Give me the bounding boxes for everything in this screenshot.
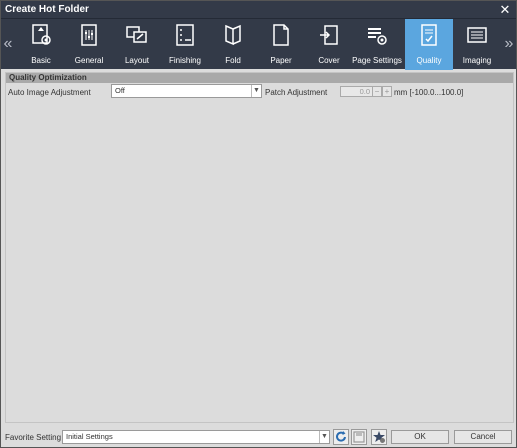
quality-icon (417, 23, 441, 47)
star-gear-icon (373, 431, 385, 443)
refresh-button[interactable] (333, 429, 349, 445)
patch-adjustment-input[interactable]: 0.0 (340, 86, 373, 97)
auto-image-adjustment-select[interactable]: Off ▼ (111, 84, 262, 98)
footer: Favorite Setting Initial Settings ▼ OK C… (1, 427, 516, 447)
tab-general[interactable]: General (65, 19, 113, 70)
patch-increment-button[interactable]: + (382, 86, 392, 97)
tab-fold[interactable]: Fold (209, 19, 257, 70)
settings-row: Auto Image Adjustment Off ▼ Patch Adjust… (6, 83, 513, 99)
finishing-icon (173, 23, 197, 47)
imaging-icon (465, 23, 489, 47)
general-icon (77, 23, 101, 47)
create-hot-folder-window: Create Hot Folder ✕ « Basic General Layo… (0, 0, 517, 448)
patch-adjustment-label: Patch Adjustment (265, 88, 328, 97)
favorite-setting-select[interactable]: Initial Settings ▼ (62, 430, 330, 444)
paper-icon (269, 23, 293, 47)
scroll-right-icon[interactable]: » (502, 19, 516, 70)
close-icon[interactable]: ✕ (498, 1, 512, 18)
tab-label: Imaging (462, 56, 492, 65)
tab-bar: « Basic General Layout Finishing Fold Pa… (1, 18, 516, 70)
select-value: Off (115, 86, 125, 95)
tab-finishing[interactable]: Finishing (161, 19, 209, 70)
tab-label: Page Settings (352, 56, 402, 65)
select-value: Initial Settings (66, 432, 113, 441)
patch-range-label: mm [-100.0...100.0] (394, 88, 464, 97)
refresh-icon (336, 431, 346, 442)
tab-cover[interactable]: Cover (305, 19, 353, 70)
page-settings-icon (365, 23, 389, 47)
tab-paper[interactable]: Paper (257, 19, 305, 70)
basic-icon (29, 23, 53, 47)
cancel-button[interactable]: Cancel (454, 430, 512, 444)
tab-layout[interactable]: Layout (113, 19, 161, 70)
settings-panel: Quality Optimization Auto Image Adjustme… (5, 72, 514, 423)
tab-basic[interactable]: Basic (17, 19, 65, 70)
favorite-setting-label: Favorite Setting (5, 433, 62, 442)
patch-decrement-button[interactable]: − (372, 86, 382, 97)
window-title: Create Hot Folder (5, 4, 89, 15)
tab-imaging[interactable]: Imaging (453, 19, 501, 70)
ok-button[interactable]: OK (391, 430, 449, 444)
section-header: Quality Optimization (6, 73, 513, 83)
tab-quality[interactable]: Quality (405, 19, 453, 70)
favorite-settings-button[interactable] (371, 429, 387, 445)
cover-icon (317, 23, 341, 47)
chevron-down-icon: ▼ (319, 431, 329, 443)
layout-icon (125, 23, 149, 47)
save-icon (353, 431, 365, 443)
title-bar: Create Hot Folder ✕ (1, 1, 516, 18)
fold-icon (221, 23, 245, 47)
auto-image-adjustment-label: Auto Image Adjustment (8, 88, 91, 97)
save-button[interactable] (351, 429, 367, 445)
tab-page-settings[interactable]: Page Settings (352, 19, 402, 70)
chevron-down-icon: ▼ (251, 85, 261, 97)
